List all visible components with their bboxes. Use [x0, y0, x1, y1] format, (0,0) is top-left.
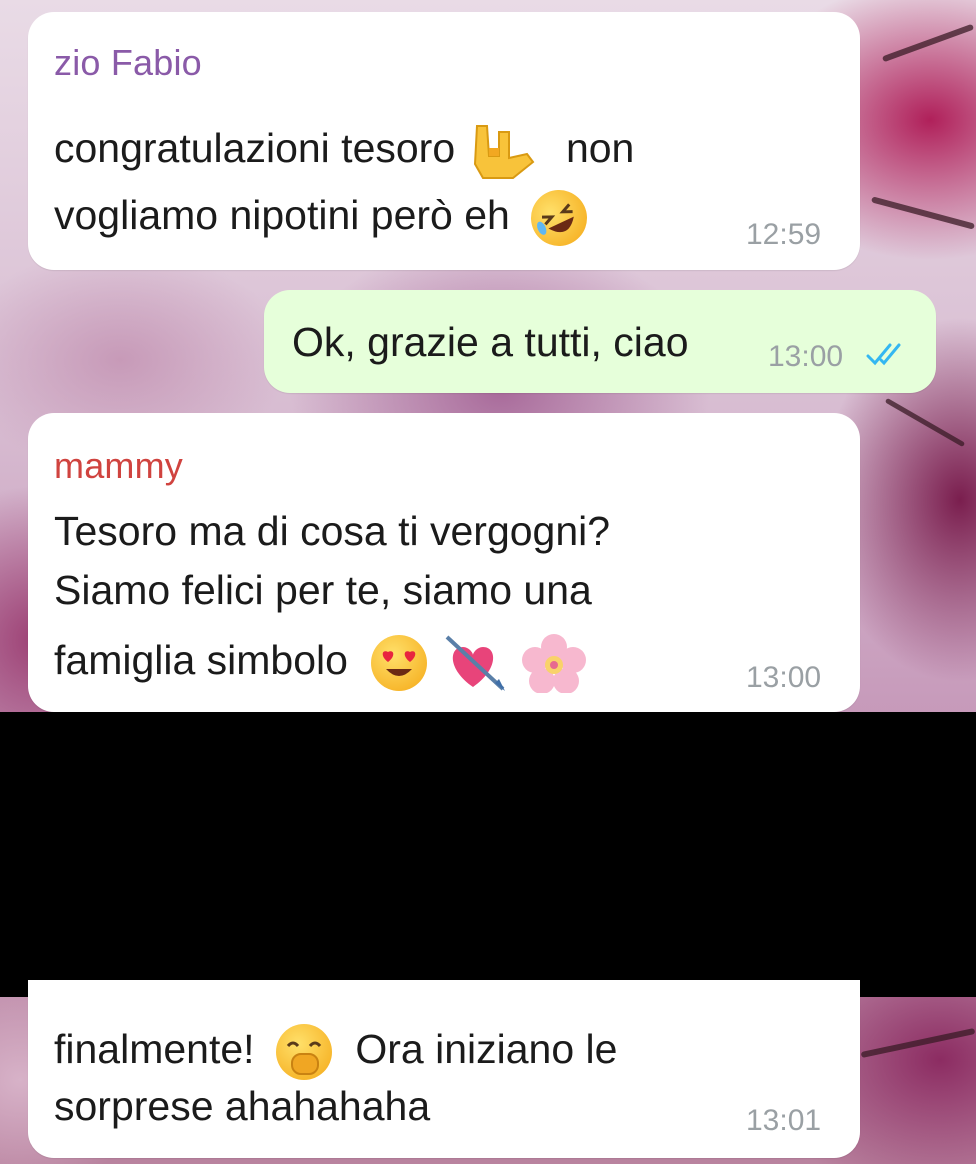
message-text: Tesoro ma di cosa ti vergogni? [54, 508, 611, 554]
message-bubble-incoming[interactable]: finalmente! Ora iniziano le sorprese aha… [28, 980, 860, 1158]
message-timestamp: 13:01 [746, 1104, 822, 1137]
message-text-line: congratulazioni tesoro non [54, 120, 634, 182]
sign-of-the-horns-emoji [469, 120, 539, 182]
message-text-line: finalmente! Ora iniziano le [54, 1024, 617, 1080]
cherry-blossom-emoji [522, 633, 587, 694]
message-bubble-incoming[interactable]: zio Fabio congratulazioni tesoro non vog… [28, 12, 860, 270]
double-check-icon [864, 338, 908, 370]
heart-with-arrow-emoji [443, 633, 507, 693]
message-text: Siamo felici per te, siamo una [54, 567, 592, 613]
sender-name: mammy [54, 445, 183, 486]
rolling-on-floor-laughing-emoji [522, 180, 597, 256]
wallpaper-branch [884, 397, 966, 448]
message-text: finalmente! [54, 1025, 255, 1072]
redacted-area [0, 712, 976, 997]
message-text: non [565, 124, 635, 171]
wallpaper-branch [871, 196, 975, 230]
face-with-hand-over-mouth-emoji [275, 1024, 332, 1080]
message-bubble-incoming[interactable]: mammy Tesoro ma di cosa ti vergogni? Sia… [28, 413, 860, 712]
message-text: congratulazioni tesoro [54, 124, 456, 171]
message-text-line: vogliamo nipotini però eh [54, 180, 597, 256]
wallpaper-branch [860, 1028, 976, 1058]
message-text: vogliamo nipotini però eh [54, 191, 510, 238]
wallpaper-branch [881, 23, 975, 63]
message-text: famiglia simbolo [54, 636, 348, 683]
message-text: Ok, grazie a tutti, ciao [292, 319, 689, 365]
message-text-line: famiglia simbolo [54, 633, 588, 694]
smiling-face-with-heart-eyes-emoji [371, 635, 428, 691]
message-bubble-outgoing[interactable]: Ok, grazie a tutti, ciao 13:00 [264, 290, 936, 393]
message-timestamp: 13:00 [768, 340, 844, 373]
message-timestamp: 12:59 [746, 218, 822, 251]
sender-name: zio Fabio [54, 42, 202, 83]
message-timestamp: 13:00 [746, 661, 822, 694]
message-text: Ora iniziano le [355, 1025, 618, 1072]
message-text: sorprese ahahahaha [54, 1083, 431, 1129]
